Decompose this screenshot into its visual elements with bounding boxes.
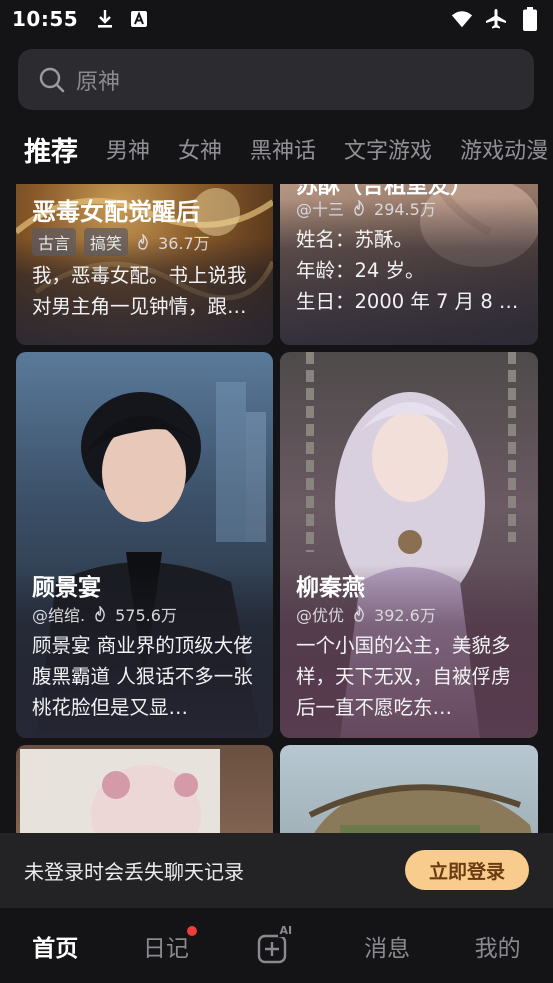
ai-plus-icon: AI xyxy=(256,923,296,964)
tab-male-gods[interactable]: 男神 xyxy=(106,133,150,165)
login-button[interactable]: 立即登录 xyxy=(405,850,529,890)
card-description-line: 生日：2000 年 7 月 8 … xyxy=(296,290,519,313)
card-description-line: 姓名：苏酥。 xyxy=(296,228,414,251)
card-meta: 古言 搞笑 36.7万 xyxy=(32,228,210,256)
nav-profile[interactable]: 我的 xyxy=(442,908,553,983)
card-author: @十三 xyxy=(296,200,345,219)
nav-diary[interactable]: 日记 xyxy=(111,908,222,983)
wifi-icon xyxy=(451,8,473,30)
nav-label: 我的 xyxy=(474,935,521,962)
heat-icon xyxy=(93,604,107,622)
card-heat: 392.6万 xyxy=(374,606,436,625)
airplane-icon xyxy=(485,8,507,30)
card-name: 恶毒女配觉醒后 xyxy=(32,198,200,226)
notification-dot xyxy=(187,926,198,936)
bottom-nav: 首页 日记 AI 消息 我的 xyxy=(0,907,553,983)
card-description: 姓名：苏酥。 年龄：24 岁。 生日：2000 年 7 月 8 … xyxy=(296,224,524,320)
tab-black-myth[interactable]: 黑神话 xyxy=(250,133,316,165)
card-tag: 搞笑 xyxy=(84,228,129,256)
card-heat: 575.6万 xyxy=(115,606,177,625)
character-card[interactable]: 苏酥（合租室友） @十三 294.5万 姓名：苏酥。 年龄：24 岁。 生日：2… xyxy=(280,184,538,345)
character-card[interactable] xyxy=(16,745,273,834)
search-input[interactable]: 原神 xyxy=(18,49,534,110)
card-author: @优优 xyxy=(296,606,345,625)
character-card[interactable] xyxy=(280,745,538,834)
card-heat: 36.7万 xyxy=(158,234,210,253)
nav-create-ai[interactable]: AI xyxy=(221,908,332,983)
tab-recommend[interactable]: 推荐 xyxy=(24,130,78,169)
login-banner: 未登录时会丢失聊天记录 立即登录 xyxy=(0,833,553,907)
card-tag: 古言 xyxy=(32,228,77,256)
card-meta: @十三 294.5万 xyxy=(296,196,436,220)
card-description: 我，恶毒女配。书上说我对男主角一见钟情，跟… xyxy=(32,264,247,318)
card-description: 顾景宴 商业界的顶级大佬 腹黑霸道 人狠话不多一张桃花脸但是又显… xyxy=(32,634,253,719)
character-card[interactable]: 顾景宴 @绾绾. 575.6万 顾景宴 商业界的顶级大佬 腹黑霸道 人狠话不多一… xyxy=(16,352,273,738)
nav-label: 首页 xyxy=(32,935,79,962)
search-placeholder: 原神 xyxy=(76,69,121,95)
card-meta: @优优 392.6万 xyxy=(296,602,436,626)
battery-icon xyxy=(519,7,541,31)
nav-label: 消息 xyxy=(364,935,411,962)
card-artwork xyxy=(308,784,532,834)
character-card[interactable]: 恶毒女配觉醒后 古言 搞笑 36.7万 我，恶毒女配。书上说我对男主角一见钟情，… xyxy=(16,184,273,345)
heat-icon xyxy=(352,198,366,216)
tab-game-anime[interactable]: 游戏动漫 xyxy=(460,133,548,165)
download-icon xyxy=(94,8,116,30)
card-description: 一个小国的公主，美貌多样，天下无双，自被俘虏后一直不愿吃东… xyxy=(296,634,511,719)
nav-label: 日记 xyxy=(142,935,189,962)
category-tabs: 推荐 男神 女神 黑神话 文字游戏 游戏动漫 xyxy=(0,124,553,174)
heat-icon xyxy=(136,232,150,250)
card-artwork xyxy=(20,749,220,834)
card-heat: 294.5万 xyxy=(374,200,436,219)
card-name: 柳秦燕 xyxy=(296,575,365,601)
tab-female-gods[interactable]: 女神 xyxy=(178,133,222,165)
character-card[interactable]: 柳秦燕 @优优 392.6万 一个小国的公主，美貌多样，天下无双，自被俘虏后一直… xyxy=(280,352,538,738)
status-bar: 10:55 xyxy=(0,0,553,38)
ai-label: AI xyxy=(278,923,294,937)
tab-text-games[interactable]: 文字游戏 xyxy=(344,133,432,165)
card-description-line: 年龄：24 岁。 xyxy=(296,259,425,282)
heat-icon xyxy=(352,604,366,622)
search-icon xyxy=(38,66,66,94)
nav-home[interactable]: 首页 xyxy=(0,908,111,983)
card-meta: @绾绾. 575.6万 xyxy=(32,602,177,626)
nav-messages[interactable]: 消息 xyxy=(332,908,443,983)
character-grid: 恶毒女配觉醒后 古言 搞笑 36.7万 我，恶毒女配。书上说我对男主角一见钟情，… xyxy=(0,184,553,834)
card-name: 顾景宴 xyxy=(32,575,101,601)
card-author: @绾绾. xyxy=(32,606,86,625)
login-warning-text: 未登录时会丢失聊天记录 xyxy=(24,859,244,884)
status-time: 10:55 xyxy=(12,7,79,31)
a-box-icon xyxy=(128,8,150,30)
